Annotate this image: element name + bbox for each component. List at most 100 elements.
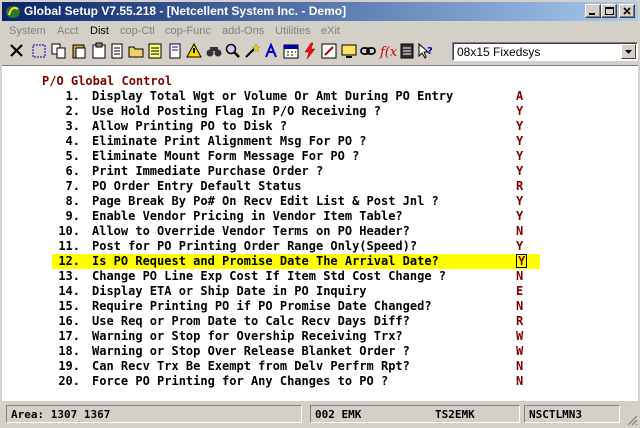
app-logo-icon [6,6,20,18]
menu-bar: System Acct Dist cop-Ctl cop-Func add-On… [2,22,638,40]
setting-value[interactable]: R [516,179,523,193]
setting-row[interactable]: 9. Enable Vendor Pricing in Vendor Item T… [2,209,638,224]
setting-value[interactable]: Y [516,254,528,268]
menu-cop-ctl[interactable]: cop-Ctl [120,25,155,37]
menu-exit[interactable]: eXit [321,25,340,37]
maximize-icon [605,7,614,15]
cancel-tool-button[interactable] [8,42,26,60]
setting-value[interactable]: Y [516,134,523,148]
help-tool-button[interactable]: ? [417,42,435,60]
menu-acct[interactable]: Acct [57,25,78,37]
setting-label: Require Printing PO if PO Promise Date C… [92,299,432,313]
setting-value[interactable]: Y [516,149,523,163]
setting-value[interactable]: W [516,344,523,358]
setting-row[interactable]: 16. Use Req or Prom Date to Calc Recv Day… [2,314,638,329]
setting-row[interactable]: 20. Force PO Printing for Any Changes to … [2,374,638,389]
setting-row[interactable]: 14. Display ETA or Ship Date in PO Inquir… [2,284,638,299]
function-tool-button[interactable]: f(x) [379,42,397,60]
menu-dist[interactable]: Dist [90,25,109,37]
font-tool-button[interactable] [262,42,280,60]
setting-value[interactable]: R [516,314,523,328]
setting-row[interactable]: 6. Print Immediate Purchase Order ? Y [2,164,638,179]
setting-value[interactable]: N [516,269,523,283]
menu-cop-func[interactable]: cop-Func [165,25,211,37]
font-select-value: 08x15 Fixedsys [457,45,541,59]
menu-utilities[interactable]: Utilities [275,25,310,37]
setting-row[interactable]: 3. Allow Printing PO to Disk ? Y [2,119,638,134]
setting-row[interactable]: 8. Page Break By Po# On Recv Edit List & … [2,194,638,209]
setting-label: Enable Vendor Pricing in Vendor Item Tab… [92,209,403,223]
clipboard-tool-button[interactable] [90,42,108,60]
screen-tool-button[interactable] [340,42,358,60]
setting-value[interactable]: Y [516,209,523,223]
setting-row[interactable]: 1. Display Total Wgt or Volume Or Amt Dur… [2,89,638,104]
find-tool-button[interactable] [205,42,223,60]
setting-row[interactable]: 19. Can Recv Trx Be Exempt from Delv Perf… [2,359,638,374]
setting-row[interactable]: 18. Warning or Stop Over Release Blanket … [2,344,638,359]
select-tool-button[interactable] [30,42,48,60]
setting-row[interactable]: 4. Eliminate Print Alignment Msg For PO ?… [2,134,638,149]
setting-row[interactable]: 15. Require Printing PO if PO Promise Dat… [2,299,638,314]
setting-number: 17. [58,329,80,343]
font-select[interactable]: 08x15 Fixedsys [452,42,638,61]
list-tool-button[interactable] [146,42,164,60]
setting-value[interactable]: N [516,359,523,373]
setting-value[interactable]: E [516,284,523,298]
maximize-button[interactable] [601,4,617,18]
setting-row[interactable]: 2. Use Hold Posting Flag In P/O Receiving… [2,104,638,119]
wand-icon [245,43,261,58]
setting-label: Display ETA or Ship Date in PO Inquiry [92,284,367,298]
close-button[interactable] [619,4,635,18]
setting-number: 5. [65,149,80,163]
setting-value[interactable]: Y [516,194,523,208]
setting-value[interactable]: Y [516,239,523,253]
setting-value[interactable]: N [516,299,523,313]
setting-value[interactable]: W [516,329,523,343]
setting-row[interactable]: 7. PO Order Entry Default Status R [2,179,638,194]
setting-value[interactable]: Y [516,119,523,133]
setting-number: 19. [58,359,80,373]
setting-number: 16. [58,314,80,328]
alert-tool-button[interactable] [185,42,203,60]
status-user: 002 EMK [315,408,362,421]
terminal-screen[interactable]: P/O Global Control 1. Display Total Wgt o… [2,65,638,401]
title-bar[interactable]: Global Setup V7.55.218 - [Netcellent Sys… [2,2,638,21]
setting-row[interactable]: 11. Post for PO Printing Order Range Only… [2,239,638,254]
setting-label: Eliminate Print Alignment Msg For PO ? [92,134,367,148]
setting-label: Force PO Printing for Any Changes to PO … [92,374,389,388]
paste-tool-button[interactable] [70,42,88,60]
setting-row[interactable]: 13. Change PO Line Exp Cost If Item Std C… [2,269,638,284]
minimize-button[interactable] [585,4,601,18]
setting-value[interactable]: A [516,89,523,103]
link-tool-button[interactable] [359,42,377,60]
setting-value[interactable]: N [516,374,523,388]
setting-row[interactable]: 12. Is PO Request and Promise Date The Ar… [52,254,540,269]
menu-add-ons[interactable]: add-Ons [222,25,264,37]
resize-grip-icon[interactable] [626,414,638,426]
setting-label: Eliminate Mount Form Message For PO ? [92,149,360,163]
page-tool-button[interactable] [166,42,184,60]
help-pointer-icon: ? [418,42,433,59]
notes-tool-button[interactable] [398,42,416,60]
setting-row[interactable]: 10. Allow to Override Vendor Terms on PO … [2,224,638,239]
run-tool-button[interactable] [301,42,319,60]
edit-tool-button[interactable] [320,42,338,60]
setting-value[interactable]: N [516,224,523,238]
copy-tool-button[interactable] [50,42,68,60]
setting-label: Warning or Stop Over Release Blanket Ord… [92,344,410,358]
setting-row[interactable]: 17. Warning or Stop for Overship Receivin… [2,329,638,344]
screen-heading: P/O Global Control [42,74,173,88]
zoom-tool-button[interactable] [224,42,242,60]
setting-value[interactable]: Y [516,164,523,178]
dropdown-button[interactable] [621,44,636,59]
setting-number: 6. [65,164,80,178]
setting-row[interactable]: 5. Eliminate Mount Form Message For PO ? Y [2,149,638,164]
menu-system[interactable]: System [9,25,46,37]
document-tool-button[interactable] [108,42,126,60]
setting-value[interactable]: Y [516,104,523,118]
setting-label: Change PO Line Exp Cost If Item Std Cost… [92,269,447,283]
wizard-tool-button[interactable] [243,42,261,60]
calendar-tool-button[interactable] [282,42,300,60]
open-folder-tool-button[interactable] [127,42,145,60]
setting-number: 13. [58,269,80,283]
